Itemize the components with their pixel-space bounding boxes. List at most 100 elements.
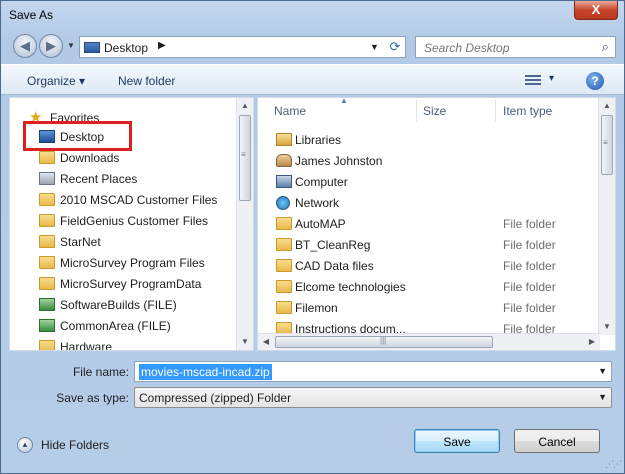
refresh-icon[interactable]: ⟳ (386, 39, 404, 55)
scroll-down-arrow[interactable]: ▼ (599, 319, 615, 335)
hide-folders-label: Hide Folders (41, 438, 110, 452)
file-row[interactable]: Computer (258, 171, 600, 192)
thumb-grip: ||| (380, 336, 387, 345)
new-folder-button[interactable]: New folder (118, 74, 175, 88)
file-row[interactable]: Network (258, 192, 600, 213)
nav-item-label: Hardware (60, 340, 113, 351)
file-name: BT_CleanReg (295, 238, 371, 252)
nav-item-label: FieldGenius Customer Files (60, 214, 209, 228)
save-as-dialog: Save As X ◀ ▶ ▼ Desktop ▶ ▼ ⟳ ⌕ Organize… (0, 0, 625, 474)
file-name: CAD Data files (295, 259, 374, 273)
file-row[interactable]: Filemon File folder (258, 297, 600, 318)
scroll-down-arrow[interactable]: ▼ (237, 334, 253, 350)
breadcrumb-desktop[interactable]: Desktop (104, 41, 148, 55)
file-row[interactable]: BT_CleanReg File folder (258, 234, 600, 255)
column-header-name[interactable]: Name (274, 104, 306, 118)
file-name-input[interactable]: movies-mscad-incad.zip ▼ (134, 361, 612, 382)
save-as-type-select[interactable]: Compressed (zipped) Folder ▼ (134, 387, 612, 408)
folder-icon (276, 259, 292, 272)
search-box[interactable]: ⌕ (415, 36, 616, 58)
command-toolbar: Organize ▾ New folder ▾ ? (1, 64, 624, 95)
nav-item-microsurvey-program-files[interactable]: MicroSurvey Program Files (10, 252, 238, 273)
file-row[interactable]: James Johnston (258, 150, 600, 171)
recent-locations-dropdown[interactable]: ▼ (67, 41, 75, 50)
save-as-type-dropdown-icon[interactable]: ▼ (598, 392, 607, 402)
user-folder-icon (276, 154, 292, 167)
back-button[interactable]: ◀ (13, 34, 37, 58)
view-options-icon[interactable] (525, 73, 541, 87)
file-name-value[interactable]: movies-mscad-incad.zip (139, 364, 272, 380)
scroll-left-arrow[interactable]: ◀ (258, 334, 274, 350)
file-row[interactable]: Elcome technologies File folder (258, 276, 600, 297)
title-bar[interactable]: Save As X (1, 1, 624, 29)
column-divider[interactable] (416, 100, 417, 122)
folder-icon (39, 193, 55, 206)
search-icon[interactable]: ⌕ (602, 39, 609, 55)
folder-icon (39, 277, 55, 290)
breadcrumb-arrow-icon[interactable]: ▶ (158, 40, 166, 51)
nav-item-microsurvey-programdata[interactable]: MicroSurvey ProgramData (10, 273, 238, 294)
downloads-folder-icon (39, 151, 55, 164)
cancel-button[interactable]: Cancel (514, 429, 600, 453)
desktop-highlight-box (23, 121, 132, 151)
folder-icon (39, 340, 55, 350)
nav-item-softwarebuilds[interactable]: SoftwareBuilds (FILE) (10, 294, 238, 315)
column-divider[interactable] (495, 100, 496, 122)
file-list-horizontal-scrollbar[interactable]: ◀ ||| ▶ (258, 333, 600, 350)
nav-item-label: SoftwareBuilds (FILE) (60, 298, 177, 312)
nav-item-label: CommonArea (FILE) (60, 319, 171, 333)
nav-item-label: Downloads (60, 151, 120, 165)
folder-icon (276, 280, 292, 293)
view-options-dropdown[interactable]: ▾ (549, 73, 554, 84)
address-bar[interactable]: Desktop ▶ ▼ ⟳ (79, 36, 406, 58)
file-row[interactable]: Libraries (258, 129, 600, 150)
address-dropdown-icon[interactable]: ▼ (370, 42, 379, 52)
close-button[interactable]: X (574, 1, 618, 20)
file-name: James Johnston (295, 154, 383, 168)
desktop-location-icon (84, 42, 100, 53)
file-type: File folder (503, 238, 556, 252)
nav-item-label: MicroSurvey ProgramData (60, 277, 202, 291)
network-drive-icon (39, 319, 55, 332)
nav-item-label: StarNet (60, 235, 101, 249)
forward-button[interactable]: ▶ (39, 34, 63, 58)
file-row[interactable]: CAD Data files File folder (258, 255, 600, 276)
navigation-pane[interactable]: ★ Favorites Desktop Downloads Recent Pla… (9, 97, 254, 351)
sort-ascending-icon: ▲ (340, 97, 348, 105)
file-list-pane[interactable]: ▲ Name Size Item type Libraries James Jo… (257, 97, 616, 351)
file-name: Computer (295, 175, 348, 189)
file-list-vertical-scrollbar[interactable]: ▲ ≡ ▼ (598, 98, 615, 335)
column-header-item-type[interactable]: Item type (503, 104, 552, 118)
resize-grip-icon[interactable]: ⋰⋰ (605, 459, 622, 470)
nav-item-2010-mscad[interactable]: 2010 MSCAD Customer Files (10, 189, 238, 210)
file-name-label: File name: (72, 365, 129, 379)
folder-icon (39, 235, 55, 248)
nav-item-commonarea[interactable]: CommonArea (FILE) (10, 315, 238, 336)
libraries-icon (276, 133, 292, 146)
file-name-dropdown-icon[interactable]: ▼ (598, 366, 607, 376)
nav-item-fieldgenius[interactable]: FieldGenius Customer Files (10, 210, 238, 231)
nav-item-hardware[interactable]: Hardware (10, 336, 238, 351)
nav-item-recent-places[interactable]: Recent Places (10, 168, 238, 189)
save-button[interactable]: Save (414, 429, 500, 453)
scroll-right-arrow[interactable]: ▶ (584, 334, 600, 350)
file-type: File folder (503, 280, 556, 294)
navigation-pane-scrollbar[interactable]: ▲ ≡ ▼ (236, 98, 253, 350)
thumb-grip: ≡ (603, 138, 608, 147)
file-name: Network (295, 196, 340, 210)
file-type: File folder (503, 301, 556, 315)
organize-menu[interactable]: Organize ▾ (27, 74, 85, 88)
file-row[interactable]: AutoMAP File folder (258, 213, 600, 234)
nav-item-label: Recent Places (60, 172, 138, 186)
column-header-size[interactable]: Size (423, 104, 446, 118)
folder-icon (276, 301, 292, 314)
search-input[interactable] (422, 40, 592, 56)
scroll-up-arrow[interactable]: ▲ (237, 98, 253, 114)
help-icon[interactable]: ? (586, 72, 604, 90)
back-arrow-icon: ◀ (20, 38, 30, 53)
scroll-up-arrow[interactable]: ▲ (599, 98, 615, 114)
network-drive-icon (39, 298, 55, 311)
file-name: Filemon (295, 301, 338, 315)
nav-item-starnet[interactable]: StarNet (10, 231, 238, 252)
folder-icon (276, 238, 292, 251)
